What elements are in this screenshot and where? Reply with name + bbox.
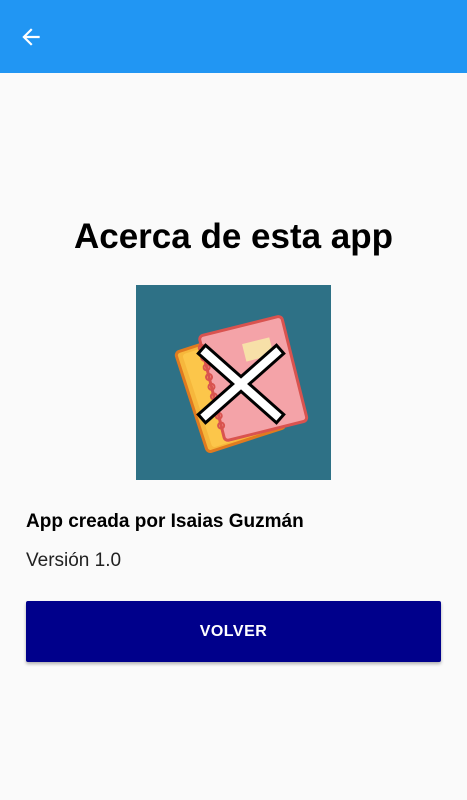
volver-button[interactable]: VOLVER [26, 601, 441, 662]
app-bar [0, 0, 467, 73]
back-button[interactable] [12, 18, 50, 56]
version-text: Versión 1.0 [26, 550, 122, 571]
arrow-left-icon [22, 28, 40, 46]
app-logo [136, 285, 331, 480]
notebooks-cross-icon [174, 315, 309, 453]
page-title: Acerca de esta app [73, 217, 394, 256]
author-text: App creada por Isaias Guzmán [26, 511, 304, 532]
